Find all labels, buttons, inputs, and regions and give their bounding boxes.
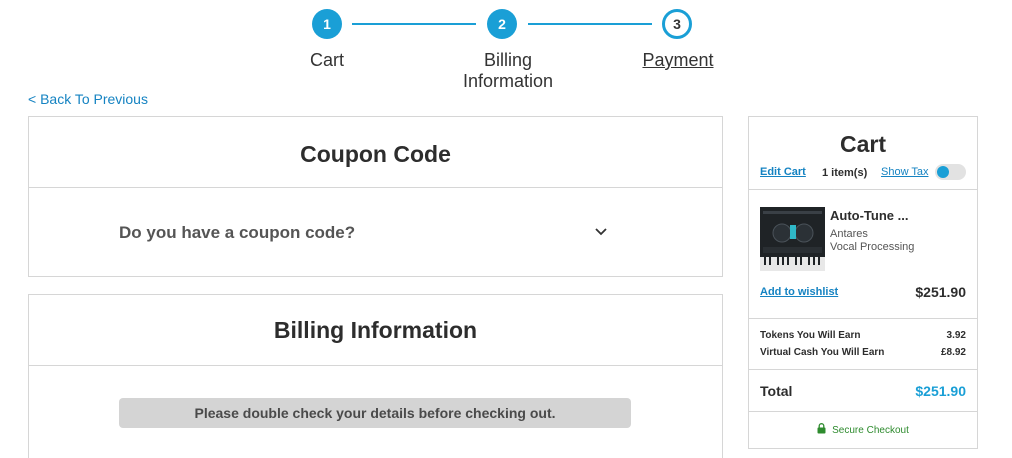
billing-title: Billing Information bbox=[273, 317, 478, 343]
chevron-down-icon[interactable] bbox=[594, 225, 608, 239]
cart-items-divider bbox=[749, 318, 977, 319]
tokens-label: Tokens You Will Earn bbox=[760, 330, 861, 341]
step-connector-1 bbox=[352, 23, 476, 25]
billing-notice: Please double check your details before … bbox=[119, 398, 631, 428]
secure-checkout: Secure Checkout bbox=[749, 423, 977, 436]
tokens-value: 3.92 bbox=[946, 330, 966, 341]
total-divider bbox=[749, 411, 977, 412]
coupon-question[interactable]: Do you have a coupon code? bbox=[119, 223, 355, 243]
coupon-divider bbox=[29, 187, 722, 188]
cart-sidebar: Cart Edit Cart 1 item(s) Show Tax Auto-T… bbox=[748, 116, 978, 449]
coupon-title: Coupon Code bbox=[300, 141, 451, 167]
step-1-number: 1 bbox=[323, 16, 331, 32]
earnings-divider bbox=[749, 369, 977, 370]
edit-cart-link[interactable]: Edit Cart bbox=[760, 166, 806, 178]
add-to-wishlist-link[interactable]: Add to wishlist bbox=[760, 286, 838, 298]
product-brand: Antares bbox=[830, 228, 868, 240]
step-3-number: 3 bbox=[673, 16, 681, 32]
total-value: $251.90 bbox=[915, 383, 966, 399]
toggle-knob bbox=[937, 166, 949, 178]
product-category: Vocal Processing bbox=[830, 241, 915, 253]
step-3-label: Payment bbox=[642, 50, 714, 70]
product-name[interactable]: Auto-Tune ... bbox=[830, 208, 908, 223]
total-label: Total bbox=[760, 383, 793, 399]
product-thumbnail[interactable] bbox=[760, 207, 825, 271]
step-2-label-line1: Billing bbox=[483, 50, 533, 70]
step-2-number: 2 bbox=[498, 16, 506, 32]
step-3-circle: 3 bbox=[662, 9, 692, 39]
billing-divider bbox=[29, 365, 722, 366]
step-1-circle[interactable]: 1 bbox=[312, 9, 342, 39]
step-2-label-line2: Information bbox=[462, 71, 554, 91]
billing-panel: Billing Information Please double check … bbox=[28, 294, 723, 458]
show-tax-toggle[interactable] bbox=[935, 164, 966, 180]
virtual-cash-label: Virtual Cash You Will Earn bbox=[760, 347, 885, 358]
step-connector-2 bbox=[528, 23, 652, 25]
cart-header-divider bbox=[749, 189, 977, 190]
step-2-label[interactable]: Billing Information bbox=[448, 50, 568, 92]
secure-checkout-label: Secure Checkout bbox=[832, 425, 909, 436]
step-2-circle[interactable]: 2 bbox=[487, 9, 517, 39]
virtual-cash-value: £8.92 bbox=[940, 347, 966, 358]
product-price: $251.90 bbox=[915, 284, 966, 300]
cart-title: Cart bbox=[839, 131, 886, 157]
back-to-previous-link[interactable]: < Back To Previous bbox=[28, 91, 148, 107]
product-image-icon bbox=[760, 207, 825, 271]
coupon-panel: Coupon Code Do you have a coupon code? bbox=[28, 116, 723, 277]
show-tax-link[interactable]: Show Tax bbox=[881, 166, 929, 178]
step-1-label[interactable]: Cart bbox=[287, 50, 367, 71]
cart-item-count: 1 item(s) bbox=[822, 167, 868, 179]
lock-icon bbox=[817, 423, 826, 434]
